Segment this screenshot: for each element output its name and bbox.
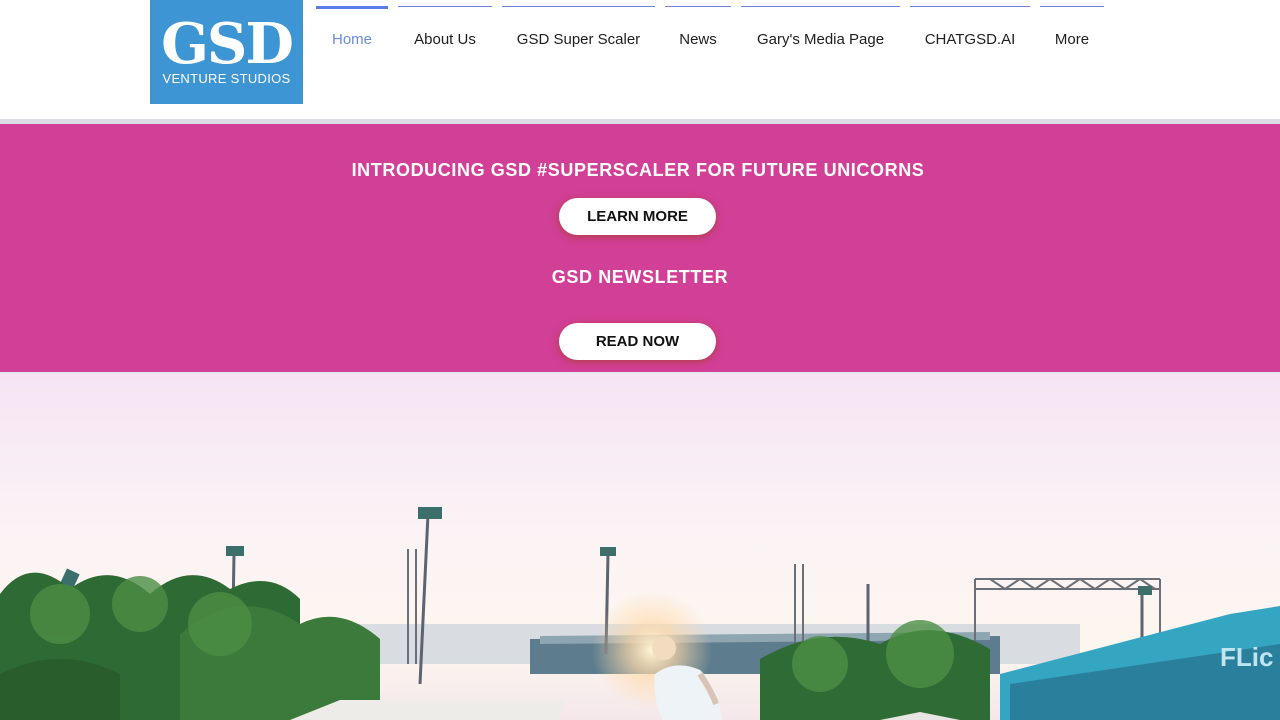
- nav-item-news[interactable]: News: [665, 6, 731, 60]
- promo-banner: INTRODUCING GSD #SUPERSCALER FOR FUTURE …: [0, 124, 1280, 372]
- nav-item-gsd-super-scaler[interactable]: GSD Super Scaler: [502, 6, 655, 60]
- learn-more-button[interactable]: LEARN MORE: [559, 198, 716, 235]
- logo-subtitle: VENTURE STUDIOS: [162, 71, 291, 86]
- nav-item-chatgsd-ai[interactable]: CHATGSD.AI: [910, 6, 1030, 60]
- newsletter-heading: GSD NEWSLETTER: [551, 267, 729, 287]
- hero-photo: FLic: [0, 374, 1280, 720]
- site-header: GSD VENTURE STUDIOS Home About Us GSD Su…: [0, 0, 1280, 119]
- photo-sign-text: FLic: [1220, 642, 1273, 672]
- logo-main-text: GSD: [161, 11, 294, 77]
- read-now-button[interactable]: READ NOW: [559, 323, 716, 360]
- nav-item-garys-media-page[interactable]: Gary's Media Page: [741, 6, 900, 60]
- superscaler-heading: INTRODUCING GSD #SUPERSCALER FOR FUTURE …: [351, 160, 925, 180]
- nav-item-about-us[interactable]: About Us: [398, 6, 492, 60]
- nav-item-home[interactable]: Home: [316, 6, 388, 60]
- nav-item-more[interactable]: More: [1040, 6, 1104, 60]
- gsd-logo[interactable]: GSD VENTURE STUDIOS: [150, 0, 303, 104]
